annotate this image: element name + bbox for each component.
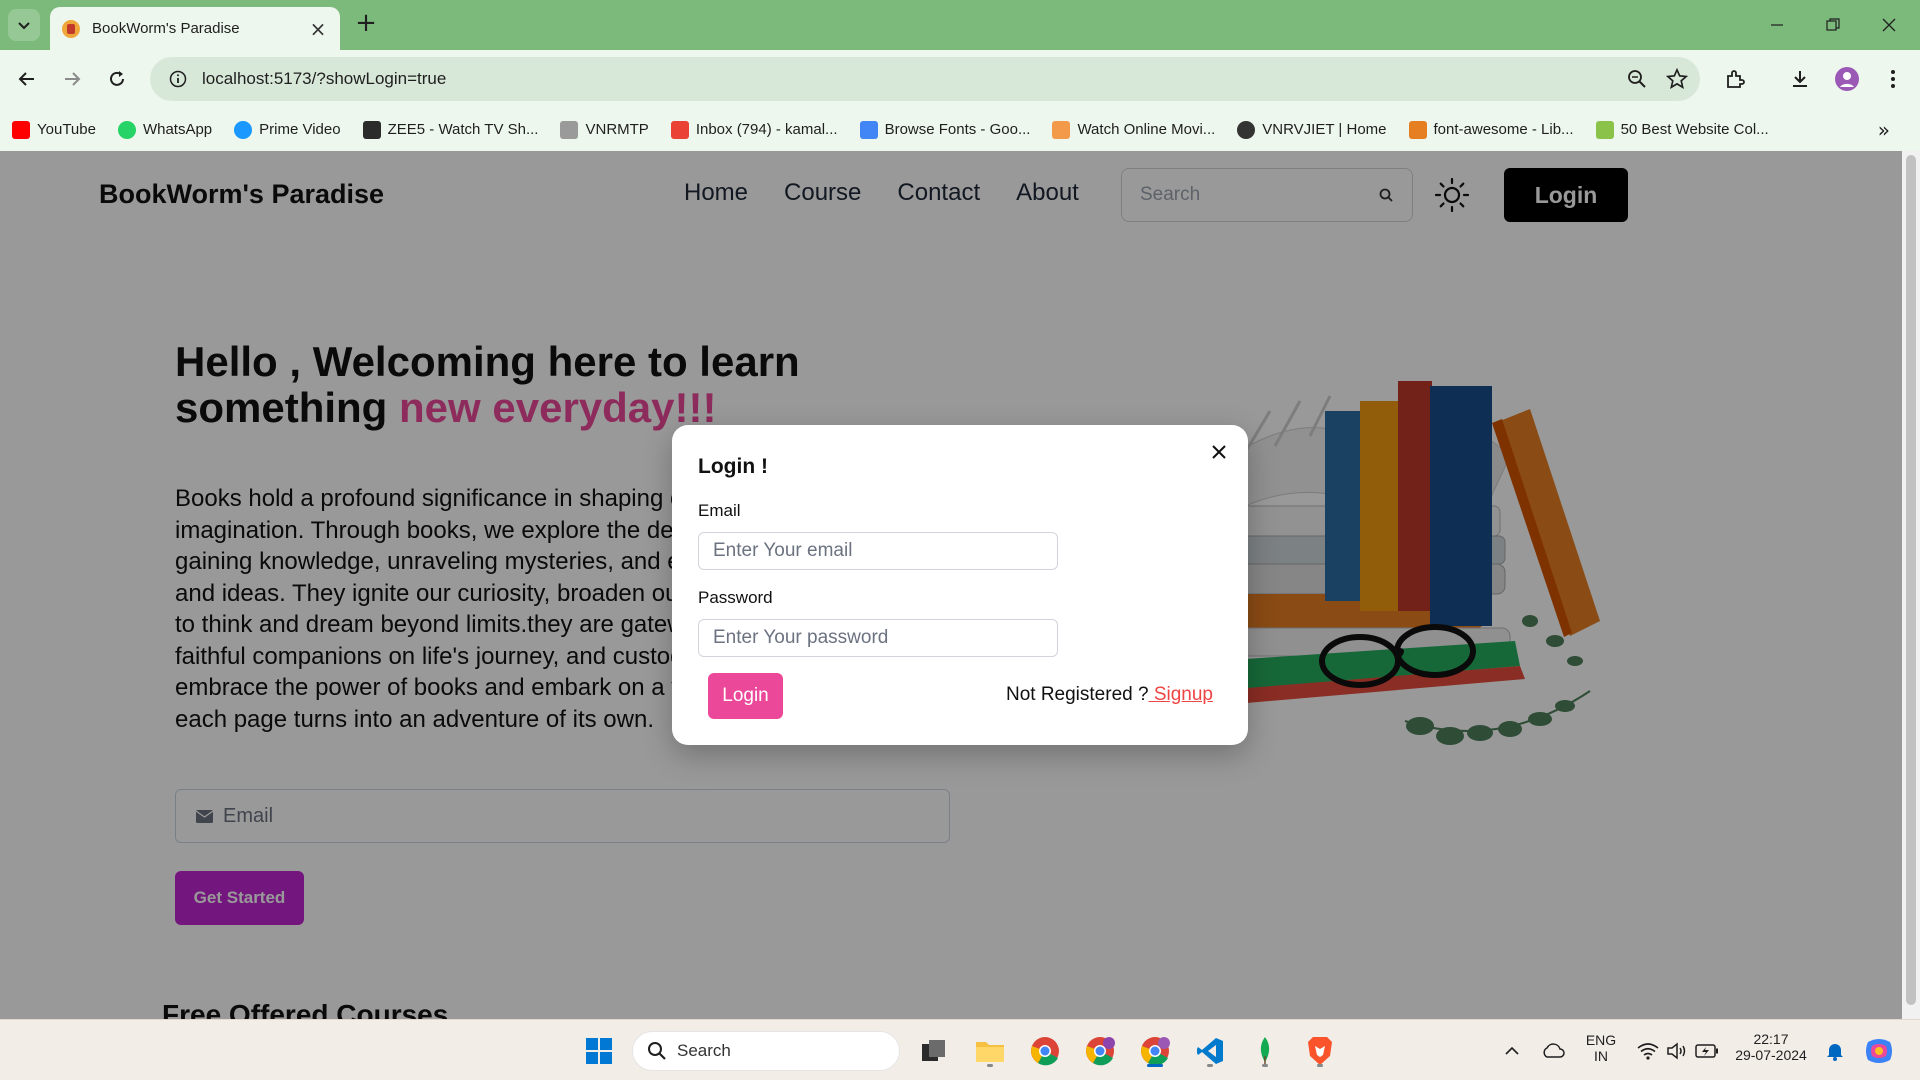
notification-bell-icon[interactable] xyxy=(1816,1032,1854,1070)
bookmarks-bar: YouTube WhatsApp Prime Video ZEE5 - Watc… xyxy=(0,108,1920,151)
password-field[interactable] xyxy=(698,619,1058,657)
prime-video-icon xyxy=(234,120,253,139)
arrow-left-icon xyxy=(18,72,34,86)
scroll-thumb[interactable] xyxy=(1906,155,1916,1005)
chrome-icon[interactable] xyxy=(1026,1032,1064,1070)
new-tab-button[interactable]: + xyxy=(352,10,380,38)
google-fonts-icon xyxy=(859,120,878,139)
restore-icon xyxy=(1826,18,1840,31)
restore-button[interactable] xyxy=(1808,8,1858,42)
login-modal: Login ! Email Password Login Not Registe… xyxy=(672,425,1248,745)
profile-avatar[interactable] xyxy=(1830,62,1864,96)
modal-title: Login ! xyxy=(698,455,768,478)
taskbar-search[interactable]: Search xyxy=(632,1031,900,1071)
modal-login-button[interactable]: Login xyxy=(708,673,783,719)
close-window-button[interactable] xyxy=(1864,8,1914,42)
minimize-icon xyxy=(1771,24,1783,26)
download-icon[interactable] xyxy=(1783,62,1817,96)
browser-tab[interactable]: BookWorm's Paradise × xyxy=(50,7,340,50)
bookmark-youtube[interactable]: YouTube xyxy=(12,120,96,139)
tab-search-button[interactable] xyxy=(8,9,40,41)
taskbar-search-text: Search xyxy=(677,1041,731,1060)
chrome-active-icon[interactable] xyxy=(1136,1032,1174,1070)
onedrive-icon[interactable] xyxy=(1534,1032,1572,1070)
chevron-double-right-icon[interactable]: » xyxy=(1878,118,1890,142)
chrome-profile-icon[interactable] xyxy=(1081,1032,1119,1070)
back-button[interactable] xyxy=(10,62,44,96)
d-icon xyxy=(1595,120,1614,139)
vnrmtp-icon xyxy=(560,120,579,139)
tab-title: BookWorm's Paradise xyxy=(92,20,240,37)
close-icon xyxy=(1882,18,1896,32)
extensions-icon[interactable] xyxy=(1718,62,1752,96)
chevron-up-icon[interactable] xyxy=(1493,1032,1531,1070)
bookmark-movies[interactable]: Watch Online Movi... xyxy=(1052,120,1215,139)
vscode-icon[interactable] xyxy=(1191,1032,1229,1070)
windows-start-icon[interactable] xyxy=(580,1032,618,1070)
language-indicator[interactable]: ENG IN xyxy=(1581,1032,1621,1064)
zee5-icon xyxy=(362,120,381,139)
close-tab-icon[interactable]: × xyxy=(308,17,328,41)
mongodb-icon[interactable] xyxy=(1246,1032,1284,1070)
site-info-icon[interactable] xyxy=(164,65,192,93)
page-scrollbar[interactable] xyxy=(1902,151,1920,1019)
zoom-icon[interactable] xyxy=(1620,62,1654,96)
bookmark-vnrmtp[interactable]: VNRMTP xyxy=(560,120,649,139)
bookmark-vnrvjiet[interactable]: VNRVJIET | Home xyxy=(1237,120,1387,139)
chevron-down-icon xyxy=(18,22,30,30)
taskbar: Search ENG IN 22:17 29-07-2024 xyxy=(0,1019,1920,1080)
clock-time: 22:17 xyxy=(1753,1031,1789,1047)
task-view-icon[interactable] xyxy=(915,1032,953,1070)
bookmark-zee5[interactable]: ZEE5 - Watch TV Sh... xyxy=(362,120,538,139)
globe-icon xyxy=(1237,120,1256,139)
code-icon xyxy=(1408,120,1427,139)
battery-icon[interactable] xyxy=(1688,1032,1726,1070)
clock-date: 29-07-2024 xyxy=(1735,1047,1807,1063)
file-explorer-icon[interactable] xyxy=(971,1032,1009,1070)
bookmark-gmail[interactable]: Inbox (794) - kamal... xyxy=(670,120,838,139)
reload-icon xyxy=(110,71,124,86)
bookmark-google-fonts[interactable]: Browse Fonts - Goo... xyxy=(859,120,1030,139)
bookmark-prime-video[interactable]: Prime Video xyxy=(234,120,341,139)
tab-strip: BookWorm's Paradise × + xyxy=(0,0,1920,50)
browser-menu-icon[interactable] xyxy=(1876,62,1910,96)
clock[interactable]: 22:17 29-07-2024 xyxy=(1732,1031,1810,1063)
gmail-icon xyxy=(670,120,689,139)
arrow-right-icon xyxy=(65,72,81,86)
movies-icon xyxy=(1052,120,1071,139)
url-text[interactable]: localhost:5173/?showLogin=true xyxy=(202,69,1620,89)
password-label: Password xyxy=(698,588,773,607)
close-icon xyxy=(1212,445,1226,459)
youtube-icon xyxy=(12,120,30,139)
reload-button[interactable] xyxy=(100,62,134,96)
email-field[interactable] xyxy=(698,532,1058,570)
bookmark-star-icon[interactable] xyxy=(1660,62,1694,96)
bookmark-website-colors[interactable]: 50 Best Website Col... xyxy=(1595,120,1769,139)
minimize-button[interactable] xyxy=(1752,8,1802,42)
signup-link[interactable]: Signup xyxy=(1149,684,1213,705)
email-label: Email xyxy=(698,501,741,520)
brave-icon[interactable] xyxy=(1301,1032,1339,1070)
web-page: BookWorm's Paradise Home Course Contact … xyxy=(0,151,1902,1019)
browser-toolbar: localhost:5173/?showLogin=true xyxy=(0,50,1920,108)
forward-button[interactable] xyxy=(55,62,89,96)
site-favicon-icon xyxy=(62,19,80,38)
copilot-icon[interactable] xyxy=(1860,1032,1898,1070)
search-icon xyxy=(648,1042,666,1060)
bookmark-whatsapp[interactable]: WhatsApp xyxy=(117,120,212,139)
address-bar[interactable]: localhost:5173/?showLogin=true xyxy=(150,57,1700,101)
whatsapp-icon xyxy=(117,120,136,139)
bookmark-font-awesome[interactable]: font-awesome - Lib... xyxy=(1408,120,1574,139)
close-modal-button[interactable] xyxy=(1206,439,1232,465)
signup-prompt: Not Registered ? Signup xyxy=(1005,684,1213,705)
